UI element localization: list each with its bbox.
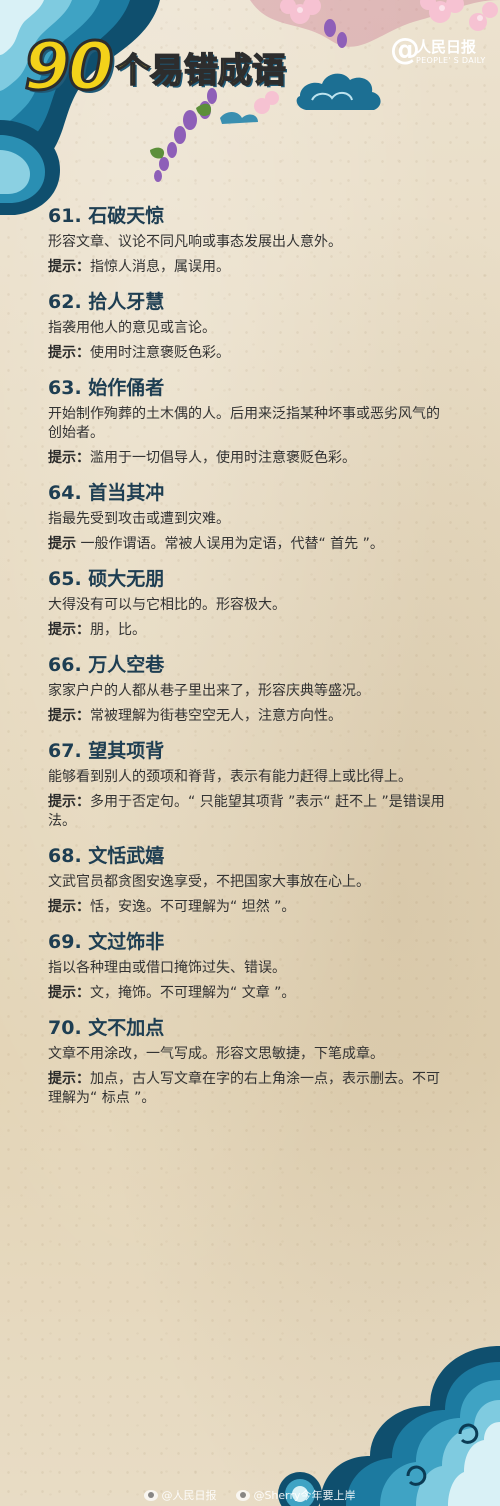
idiom-definition: 大得没有可以与它相比的。形容极大。	[48, 597, 286, 613]
idiom-definition: 文武官员都贪图安逸享受，不把国家大事放在心上。	[48, 874, 370, 890]
idiom-title: 61. 石破天惊	[48, 205, 165, 227]
title-text: 个易错成语	[115, 50, 287, 92]
hint-label: 提示：	[48, 1071, 90, 1087]
idiom-entry: 68. 文恬武嬉 文武官员都贪图安逸享受，不把国家大事放在心上。 提示：恬，安逸…	[48, 843, 448, 917]
hint-text: 一般作谓语。常被人误用为定语，代替“ 首先 ”。	[76, 536, 384, 552]
watermark-right-text: @Sherry今年要上岸	[253, 1489, 356, 1502]
idiom-entry: 69. 文过饰非 指以各种理由或借口掩饰过失、错误。 提示：文，掩饰。不可理解为…	[48, 929, 448, 1003]
idiom-entry: 70. 文不加点 文章不用涂改，一气写成。形容文思敏捷，下笔成章。 提示：加点，…	[48, 1015, 448, 1108]
logo-chinese-text: 人民日报	[416, 38, 477, 56]
idiom-hint: 提示：文，掩饰。不可理解为“ 文章 ”。	[48, 984, 448, 1003]
idiom-title: 63. 始作俑者	[48, 377, 165, 399]
idiom-hint: 提示：滥用于一切倡导人，使用时注意褒贬色彩。	[48, 449, 448, 468]
hint-label: 提示：	[48, 708, 90, 724]
hint-text: 常被理解为街巷空空无人，注意方向性。	[90, 708, 342, 724]
idiom-definition: 指以各种理由或借口掩饰过失、错误。	[48, 960, 286, 976]
hint-text: 加点，古人写文章在字的右上角涂一点，表示删去。不可理解为“ 标点 ”。	[48, 1071, 440, 1106]
idiom-hint: 提示：多用于否定句。“ 只能望其项背 ”表示“ 赶不上 ”是错误用法。	[48, 793, 448, 831]
hint-text: 使用时注意褒贬色彩。	[90, 345, 230, 361]
idiom-definition: 能够看到别人的颈项和脊背，表示有能力赶得上或比得上。	[48, 769, 412, 785]
idiom-entry: 64. 首当其冲 指最先受到攻击或遭到灾难。 提示 一般作谓语。常被人误用为定语…	[48, 480, 448, 554]
hint-text: 朋，比。	[90, 622, 146, 638]
title-number: 90	[23, 28, 116, 105]
hint-text: 滥用于一切倡导人，使用时注意褒贬色彩。	[90, 450, 356, 466]
hint-label: 提示	[48, 536, 76, 552]
peoples-daily-logo: @ 人民日报 PEOPLE' S DAILY	[390, 34, 494, 76]
idiom-entry: 63. 始作俑者 开始制作殉葬的土木偶的人。后用来泛指某种坏事或恶劣风气的创始者…	[48, 375, 448, 468]
idiom-list: 61. 石破天惊 形容文章、议论不同凡响或事态发展出人意外。 提示：指惊人消息，…	[48, 203, 448, 1120]
idiom-hint: 提示：恬，安逸。不可理解为“ 坦然 ”。	[48, 898, 448, 917]
idiom-definition: 指最先受到攻击或遭到灾难。	[48, 511, 230, 527]
watermark-bar: @人民日报 @Sherry今年要上岸	[0, 1484, 500, 1506]
logo-english-text: PEOPLE' S DAILY	[416, 56, 486, 65]
watermark-right: @Sherry今年要上岸	[236, 1487, 356, 1503]
hint-label: 提示：	[48, 622, 90, 638]
idiom-entry: 65. 硕大无朋 大得没有可以与它相比的。形容极大。 提示：朋，比。	[48, 566, 448, 640]
idiom-hint: 提示 一般作谓语。常被人误用为定语，代替“ 首先 ”。	[48, 535, 448, 554]
idiom-definition: 家家户户的人都从巷子里出来了，形容庆典等盛况。	[48, 683, 370, 699]
idiom-hint: 提示：加点，古人写文章在字的右上角涂一点，表示删去。不可理解为“ 标点 ”。	[48, 1070, 448, 1108]
idiom-title: 68. 文恬武嬉	[48, 845, 165, 867]
idiom-entry: 67. 望其项背 能够看到别人的颈项和脊背，表示有能力赶得上或比得上。 提示：多…	[48, 738, 448, 831]
idiom-hint: 提示：常被理解为街巷空空无人，注意方向性。	[48, 707, 448, 726]
idiom-title: 67. 望其项背	[48, 740, 165, 762]
idiom-hint: 提示：朋，比。	[48, 621, 448, 640]
idiom-title: 65. 硕大无朋	[48, 568, 165, 590]
hint-label: 提示：	[48, 345, 90, 361]
idiom-definition: 指袭用他人的意见或言论。	[48, 320, 216, 336]
idiom-title: 66. 万人空巷	[48, 654, 165, 676]
hint-text: 多用于否定句。“ 只能望其项背 ”表示“ 赶不上 ”是错误用法。	[48, 794, 445, 829]
hint-label: 提示：	[48, 259, 90, 275]
watermark-left-text: @人民日报	[161, 1489, 217, 1502]
hint-label: 提示：	[48, 450, 90, 466]
weibo-icon	[236, 1489, 251, 1501]
hint-text: 恬，安逸。不可理解为“ 坦然 ”。	[90, 899, 296, 915]
idiom-title: 69. 文过饰非	[48, 931, 165, 953]
idiom-title: 70. 文不加点	[48, 1017, 165, 1039]
hint-text: 指惊人消息，属误用。	[90, 259, 230, 275]
hint-label: 提示：	[48, 985, 90, 1001]
idiom-definition: 形容文章、议论不同凡响或事态发展出人意外。	[48, 234, 342, 250]
watermark-left: @人民日报	[144, 1487, 216, 1503]
weibo-icon	[144, 1489, 159, 1501]
idiom-entry: 62. 拾人牙慧 指袭用他人的意见或言论。 提示：使用时注意褒贬色彩。	[48, 289, 448, 363]
idiom-hint: 提示：使用时注意褒贬色彩。	[48, 344, 448, 363]
hint-text: 文，掩饰。不可理解为“ 文章 ”。	[90, 985, 296, 1001]
idiom-entry: 66. 万人空巷 家家户户的人都从巷子里出来了，形容庆典等盛况。 提示：常被理解…	[48, 652, 448, 726]
idiom-hint: 提示：指惊人消息，属误用。	[48, 258, 448, 277]
idiom-definition: 开始制作殉葬的土木偶的人。后用来泛指某种坏事或恶劣风气的创始者。	[48, 406, 440, 441]
idiom-title: 64. 首当其冲	[48, 482, 165, 504]
idiom-definition: 文章不用涂改，一气写成。形容文思敏捷，下笔成章。	[48, 1046, 384, 1062]
footer-wave-decoration	[278, 1346, 500, 1506]
hint-label: 提示：	[48, 899, 90, 915]
idiom-entry: 61. 石破天惊 形容文章、议论不同凡响或事态发展出人意外。 提示：指惊人消息，…	[48, 203, 448, 277]
hint-label: 提示：	[48, 794, 90, 810]
idiom-title: 62. 拾人牙慧	[48, 291, 165, 313]
page-title: 90 个易错成语	[23, 20, 287, 105]
